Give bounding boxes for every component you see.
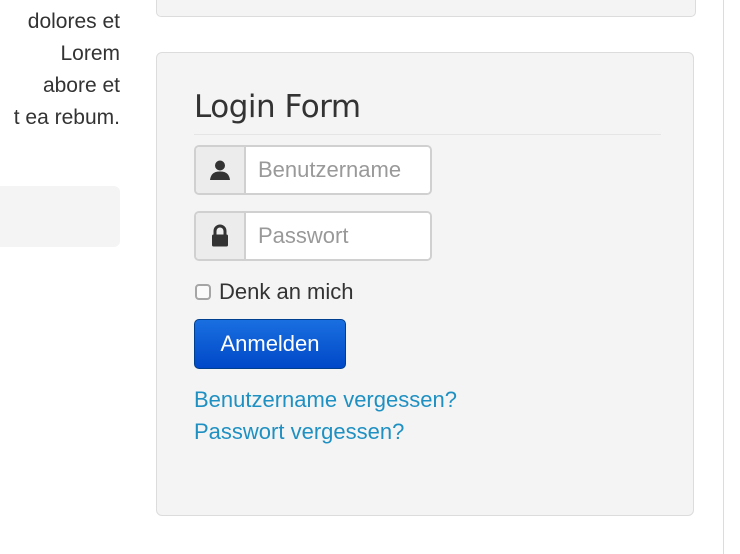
login-module: Login Form Denk an mich Anmelden Benutze…: [156, 52, 694, 516]
article-text: dolores et Lorem abore et t ea rebum.: [0, 6, 120, 134]
article-text-line: Lorem: [60, 42, 120, 65]
password-group: [194, 211, 432, 261]
username-input[interactable]: [246, 147, 430, 193]
login-button[interactable]: Anmelden: [194, 319, 346, 369]
title-divider: [194, 134, 661, 135]
article-text-line: dolores et: [27, 10, 120, 33]
article-text-line: t ea rebum.: [13, 106, 120, 129]
remember-me: Denk an mich: [194, 279, 354, 305]
lock-icon: [196, 213, 246, 259]
remember-label[interactable]: Denk an mich: [219, 279, 354, 305]
article-text-line: abore et: [42, 74, 120, 97]
user-icon: [196, 147, 246, 193]
left-gray-box: [0, 186, 120, 247]
password-input[interactable]: [246, 213, 430, 259]
page-divider: [723, 0, 724, 554]
username-group: [194, 145, 432, 195]
sidebar-panel-top: [156, 0, 696, 17]
login-title: Login Form: [194, 89, 361, 125]
forgot-password-link[interactable]: Passwort vergessen?: [194, 419, 404, 445]
remember-checkbox[interactable]: [195, 284, 211, 300]
forgot-username-link[interactable]: Benutzername vergessen?: [194, 387, 457, 413]
